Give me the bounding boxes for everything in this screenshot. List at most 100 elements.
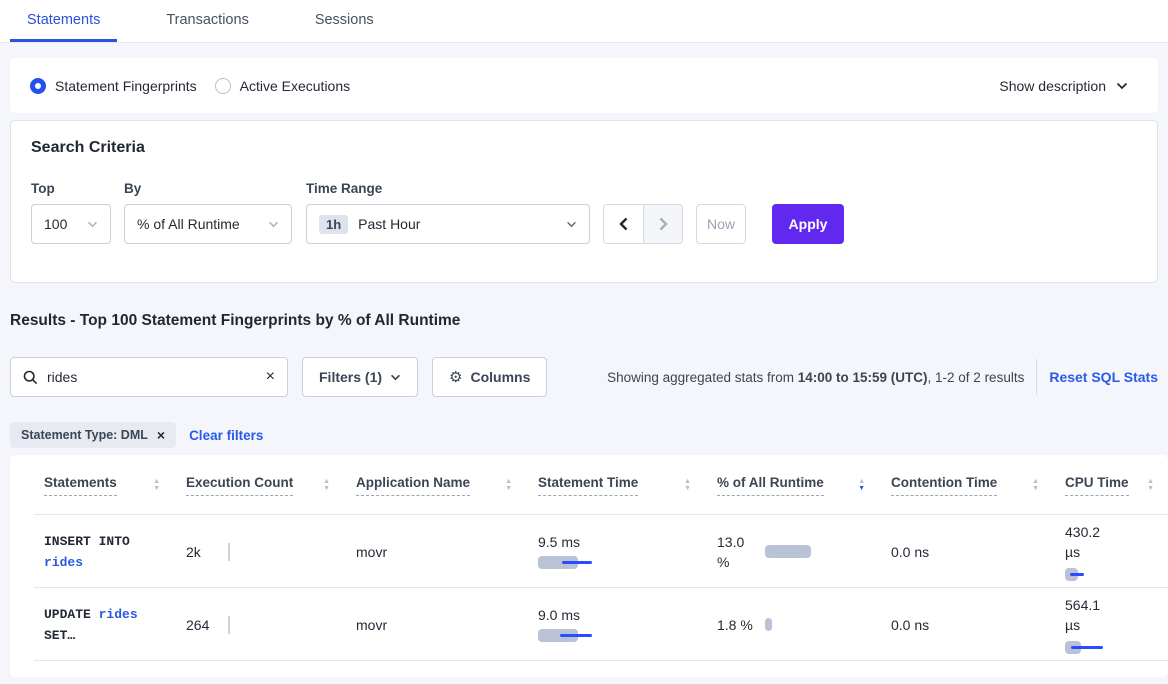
table-header-row: Statements ▲▼ Execution Count ▲▼ Applica… bbox=[10, 455, 1168, 515]
aggregated-stats-note: Showing aggregated stats from 14:00 to 1… bbox=[607, 370, 1024, 385]
results-toolbar: × Filters (1) ⚙ Columns Showing aggregat… bbox=[10, 357, 1158, 397]
stats-suffix: , 1-2 of 2 results bbox=[928, 370, 1025, 385]
percent-runtime-value: 13.0 % bbox=[717, 532, 755, 572]
statement-text: INSERT INTO bbox=[44, 534, 130, 549]
gear-icon: ⚙ bbox=[449, 368, 462, 386]
cpu-time-bar bbox=[1065, 568, 1111, 581]
table-row: INSERT INTO rides 2k movr 9.5 ms 13.0 % … bbox=[10, 515, 1168, 588]
show-description-toggle[interactable]: Show description bbox=[999, 78, 1128, 94]
vertical-divider bbox=[1036, 359, 1037, 395]
radio-statement-fingerprints[interactable]: Statement Fingerprints bbox=[30, 78, 197, 94]
percent-runtime-cell: 1.8 % bbox=[717, 615, 891, 635]
application-name-cell: movr bbox=[356, 544, 538, 560]
time-range-label: Time Range bbox=[306, 181, 590, 196]
statement-cell: UPDATE rides SET… bbox=[44, 604, 162, 646]
statements-table: Statements ▲▼ Execution Count ▲▼ Applica… bbox=[10, 455, 1168, 677]
execution-count-bar bbox=[228, 616, 230, 634]
tab-statements[interactable]: Statements bbox=[10, 0, 117, 42]
chevron-down-icon bbox=[1116, 82, 1128, 90]
time-next-button[interactable] bbox=[643, 205, 682, 243]
col-header-percent-runtime[interactable]: % of All Runtime ▲▼ bbox=[717, 475, 891, 496]
search-input[interactable] bbox=[47, 369, 257, 385]
results-heading: Results - Top 100 Statement Fingerprints… bbox=[10, 309, 1158, 333]
statement-cell: INSERT INTO rides bbox=[44, 531, 162, 573]
by-select[interactable]: % of All Runtime bbox=[124, 204, 292, 244]
clear-search-icon[interactable]: × bbox=[266, 369, 275, 385]
top-label: Top bbox=[31, 181, 111, 196]
sort-icon[interactable]: ▲▼ bbox=[1147, 478, 1154, 492]
statement-link[interactable]: rides bbox=[99, 607, 138, 622]
search-icon bbox=[23, 370, 38, 385]
top-select[interactable]: 100 bbox=[31, 204, 111, 244]
top-tab-bar: Statements Transactions Sessions bbox=[0, 0, 1168, 43]
time-prev-button[interactable] bbox=[604, 205, 643, 243]
search-box[interactable]: × bbox=[10, 357, 288, 397]
filter-pill-row: Statement Type: DML × Clear filters bbox=[10, 422, 1158, 448]
time-range-select[interactable]: 1h Past Hour bbox=[306, 204, 590, 244]
filter-pill-statement-type: Statement Type: DML × bbox=[10, 422, 176, 448]
top-select-value: 100 bbox=[44, 216, 87, 232]
percent-runtime-bar bbox=[765, 618, 772, 631]
radio-label: Active Executions bbox=[240, 78, 351, 94]
view-toggle-bar: Statement Fingerprints Active Executions… bbox=[10, 58, 1158, 113]
sort-icon[interactable]: ▲▼ bbox=[505, 478, 512, 492]
search-criteria-title: Search Criteria bbox=[31, 139, 1137, 157]
chevron-down-icon bbox=[390, 374, 401, 381]
filters-button[interactable]: Filters (1) bbox=[302, 357, 418, 397]
radio-selected-icon[interactable] bbox=[30, 78, 46, 94]
col-header-application-name[interactable]: Application Name ▲▼ bbox=[356, 475, 538, 496]
chevron-left-icon bbox=[619, 217, 628, 231]
radio-active-executions[interactable]: Active Executions bbox=[215, 78, 351, 94]
filter-pill-label: Statement Type: DML bbox=[21, 428, 148, 442]
stats-prefix: Showing aggregated stats from bbox=[607, 370, 794, 385]
col-header-statements[interactable]: Statements ▲▼ bbox=[44, 475, 186, 496]
cpu-time-cell: 564.1 µs bbox=[1065, 595, 1160, 654]
cpu-time-value: 430.2 µs bbox=[1065, 522, 1111, 562]
chevron-down-icon bbox=[268, 221, 279, 228]
col-header-cpu-time[interactable]: CPU Time ▲▼ bbox=[1065, 475, 1160, 496]
remove-filter-icon[interactable]: × bbox=[157, 428, 165, 442]
tab-transactions[interactable]: Transactions bbox=[149, 0, 265, 42]
contention-time-cell: 0.0 ns bbox=[891, 617, 1065, 633]
statement-time-bar bbox=[538, 629, 598, 642]
table-row: UPDATE rides SET… 264 movr 9.0 ms 1.8 % … bbox=[10, 588, 1168, 661]
col-header-contention-time[interactable]: Contention Time ▲▼ bbox=[891, 475, 1065, 496]
sort-icon[interactable]: ▲▼ bbox=[1032, 478, 1039, 492]
percent-runtime-cell: 13.0 % bbox=[717, 532, 891, 572]
cpu-time-bar bbox=[1065, 641, 1111, 654]
sort-icon[interactable]: ▲▼ bbox=[153, 478, 160, 492]
now-button[interactable]: Now bbox=[696, 204, 746, 244]
chevron-right-icon bbox=[659, 217, 668, 231]
col-header-statement-time[interactable]: Statement Time ▲▼ bbox=[538, 475, 717, 496]
sort-icon[interactable]: ▲▼ bbox=[323, 478, 330, 492]
percent-runtime-value: 1.8 % bbox=[717, 615, 755, 635]
application-name-cell: movr bbox=[356, 617, 538, 633]
time-nav-group bbox=[603, 204, 683, 244]
statement-time-value: 9.5 ms bbox=[538, 534, 717, 550]
sort-icon-active[interactable]: ▲▼ bbox=[858, 478, 865, 492]
cpu-time-value: 564.1 µs bbox=[1065, 595, 1111, 635]
reset-sql-stats-link[interactable]: Reset SQL Stats bbox=[1049, 369, 1158, 385]
statement-time-value: 9.0 ms bbox=[538, 607, 717, 623]
col-header-execution-count[interactable]: Execution Count ▲▼ bbox=[186, 475, 356, 496]
execution-count-cell: 2k bbox=[186, 544, 356, 560]
statement-text: UPDATE bbox=[44, 607, 91, 622]
apply-button[interactable]: Apply bbox=[772, 204, 844, 244]
percent-runtime-bar bbox=[765, 545, 811, 558]
columns-label: Columns bbox=[470, 369, 530, 385]
sort-icon[interactable]: ▲▼ bbox=[684, 478, 691, 492]
radio-label: Statement Fingerprints bbox=[55, 78, 197, 94]
statement-link[interactable]: rides bbox=[44, 555, 83, 570]
columns-button[interactable]: ⚙ Columns bbox=[432, 357, 547, 397]
execution-count-value: 2k bbox=[186, 544, 201, 560]
clear-filters-link[interactable]: Clear filters bbox=[189, 428, 263, 443]
statement-text: SET… bbox=[44, 628, 75, 643]
time-range-badge: 1h bbox=[319, 215, 348, 234]
contention-time-cell: 0.0 ns bbox=[891, 544, 1065, 560]
by-select-value: % of All Runtime bbox=[137, 216, 268, 232]
tab-sessions[interactable]: Sessions bbox=[298, 0, 391, 42]
execution-count-bar bbox=[228, 543, 230, 561]
radio-unselected-icon[interactable] bbox=[215, 78, 231, 94]
stats-time-range: 14:00 to 15:59 (UTC) bbox=[798, 370, 928, 385]
chevron-down-icon bbox=[87, 221, 98, 228]
